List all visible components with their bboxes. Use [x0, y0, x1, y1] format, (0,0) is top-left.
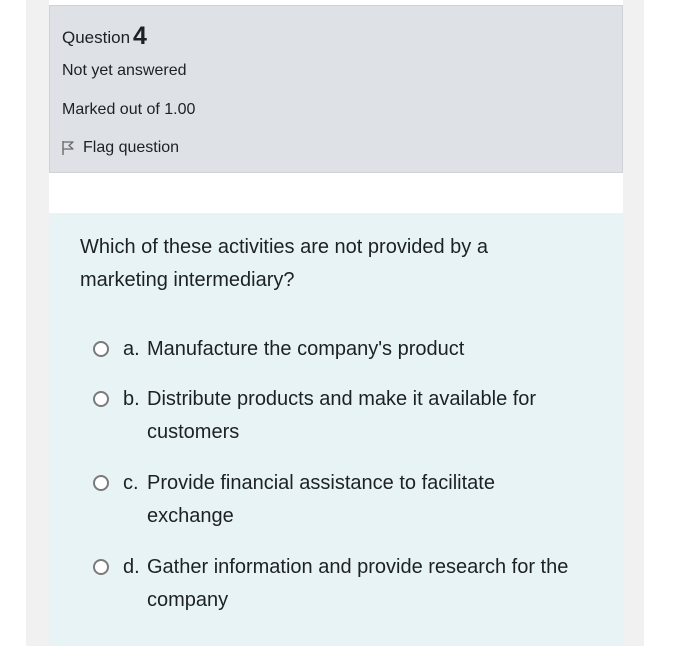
answer-option-c[interactable]: c. Provide financial assistance to facil… — [93, 467, 613, 551]
question-state: Not yet answered — [62, 62, 187, 79]
answer-option-d[interactable]: d. Gather information and provide resear… — [93, 551, 613, 635]
radio-unselected-icon[interactable] — [93, 391, 109, 407]
question-container: Question 4 Not yet answered Marked out of… — [49, 0, 623, 646]
option-letter: a. — [123, 338, 140, 360]
option-letter: b. — [123, 388, 140, 410]
answer-option-b[interactable]: b. Distribute products and make it avail… — [93, 383, 613, 467]
option-text: Gather information and provide research … — [147, 556, 569, 611]
option-letter: d. — [123, 556, 140, 578]
question-formulation: Which of these activities are not provid… — [49, 213, 623, 646]
question-info-panel: Question 4 Not yet answered Marked out of… — [49, 5, 623, 173]
option-text: Distribute products and make it availabl… — [147, 388, 537, 443]
flag-question-label: Flag question — [83, 139, 180, 156]
question-heading: Question 4 — [62, 22, 147, 51]
option-text: Provide financial assistance to facilita… — [147, 472, 495, 527]
question-number: 4 — [133, 22, 147, 50]
flag-icon — [62, 141, 74, 155]
question-text: Which of these activities are not provid… — [80, 236, 488, 291]
question-label: Question — [62, 28, 131, 47]
radio-unselected-icon[interactable] — [93, 341, 109, 357]
answer-option-a[interactable]: a. Manufacture the company's product — [93, 333, 613, 383]
flag-question-button[interactable]: Flag question — [61, 139, 179, 157]
radio-unselected-icon[interactable] — [93, 475, 109, 491]
answer-options: a. Manufacture the company's product b. … — [93, 333, 613, 635]
option-letter: c. — [123, 472, 139, 494]
radio-unselected-icon[interactable] — [93, 559, 109, 575]
option-text: Manufacture the company's product — [147, 338, 465, 360]
question-grade: Marked out of 1.00 — [62, 101, 196, 118]
